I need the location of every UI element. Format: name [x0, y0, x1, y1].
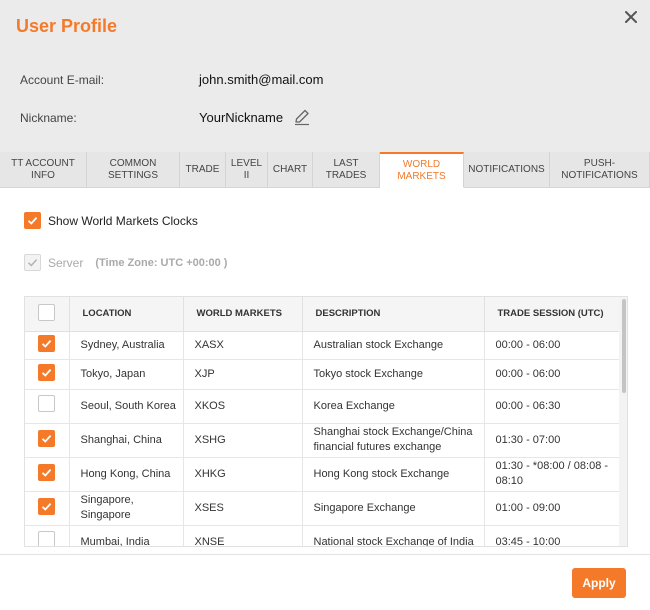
- email-value: john.smith@mail.com: [199, 72, 324, 87]
- table-row[interactable]: Sydney, Australia XASX Australian stock Ex…: [25, 331, 622, 360]
- tab-level-ii[interactable]: LEVEL II: [226, 152, 268, 188]
- row-checkbox[interactable]: [38, 335, 56, 352]
- cell-description: Singapore Exchange: [302, 491, 485, 526]
- tab-tt-account-info[interactable]: TT ACCOUNT INFO: [0, 152, 87, 188]
- row-checkbox-cell[interactable]: [25, 525, 70, 546]
- email-label: Account E-mail:: [20, 73, 105, 87]
- table-row[interactable]: Mumbai, India XNSE National stock Exchange…: [25, 525, 622, 546]
- cell-description: National stock Exchange of India: [302, 525, 485, 546]
- server-option: Server (Time Zone: UTC +00:00 ): [24, 254, 227, 271]
- row-checkbox[interactable]: [38, 531, 56, 546]
- column-header[interactable]: TRADE SESSION (UTC): [484, 297, 622, 332]
- cell-session: 01:30 - 07:00: [484, 423, 622, 458]
- cell-description: Australian stock Exchange: [302, 331, 485, 360]
- footer-divider: [0, 554, 650, 555]
- show-clocks-option[interactable]: Show World Markets Clocks: [24, 212, 198, 229]
- checkmark-icon: [27, 216, 38, 225]
- table-row[interactable]: Shanghai, China XSHG Shanghai stock Exchan…: [25, 423, 622, 458]
- cell-session: 00:00 - 06:30: [484, 389, 622, 424]
- column-header[interactable]: WORLD MARKETS: [183, 297, 303, 332]
- cell-description: Shanghai stock Exchange/China financial …: [302, 423, 485, 458]
- table-row[interactable]: Tokyo, Japan XJP Tokyo stock Exchange 00:00…: [25, 359, 622, 390]
- checkmark-icon: [42, 368, 52, 377]
- cell-location: Singapore, Singapore: [69, 491, 184, 526]
- row-checkbox-cell[interactable]: [25, 331, 70, 360]
- cell-session: 03:45 - 10:00: [484, 525, 622, 546]
- cell-description: Hong Kong stock Exchange: [302, 457, 485, 492]
- scrollbar-thumb[interactable]: [622, 299, 626, 393]
- server-checkbox: [24, 254, 41, 271]
- settings-tabs: TT ACCOUNT INFO COMMON SETTINGS TRADE LEVEL…: [0, 152, 650, 188]
- show-clocks-checkbox[interactable]: [24, 212, 41, 229]
- pencil-icon[interactable]: [293, 108, 311, 126]
- checkmark-icon: [42, 502, 52, 511]
- row-checkbox-cell[interactable]: [25, 359, 70, 390]
- checkmark-icon: [42, 434, 52, 443]
- cell-location: Sydney, Australia: [69, 331, 184, 360]
- row-checkbox[interactable]: [38, 364, 56, 381]
- cell-location: Mumbai, India: [69, 525, 184, 546]
- nickname-label: Nickname:: [20, 111, 77, 125]
- column-header[interactable]: LOCATION: [69, 297, 184, 332]
- row-checkbox[interactable]: [38, 395, 56, 412]
- cell-session: 01:00 - 09:00: [484, 491, 622, 526]
- table-scrollbar[interactable]: [619, 297, 627, 546]
- cell-market: XSES: [183, 491, 303, 526]
- checkmark-icon: [42, 468, 52, 477]
- profile-header: User Profile Account E-mail: john.smith@…: [0, 0, 650, 152]
- checkmark-icon: [27, 259, 38, 267]
- apply-button[interactable]: Apply: [572, 568, 626, 598]
- cell-location: Tokyo, Japan: [69, 359, 184, 390]
- row-checkbox-cell[interactable]: [25, 389, 70, 424]
- timezone-text: (Time Zone: UTC +00:00 ): [95, 256, 228, 269]
- table-row[interactable]: Seoul, South Korea XKOS Korea Exchange 00:0…: [25, 389, 622, 424]
- server-label: Server: [48, 255, 84, 270]
- close-icon[interactable]: [622, 8, 640, 26]
- cell-market: XJP: [183, 359, 303, 390]
- row-checkbox[interactable]: [38, 430, 56, 447]
- table-row[interactable]: Hong Kong, China XHKG Hong Kong stock Exch…: [25, 457, 622, 492]
- cell-market: XSHG: [183, 423, 303, 458]
- column-header[interactable]: DESCRIPTION: [302, 297, 485, 332]
- tab-common-settings[interactable]: COMMON SETTINGS: [87, 152, 180, 188]
- cell-location: Shanghai, China: [69, 423, 184, 458]
- table-header-row: LOCATION WORLD MARKETS DESCRIPTION TRADE…: [25, 297, 622, 332]
- cell-market: XKOS: [183, 389, 303, 424]
- cell-market: XNSE: [183, 525, 303, 546]
- checkmark-icon: [42, 339, 52, 348]
- tab-chart[interactable]: CHART: [268, 152, 313, 188]
- select-all-checkbox[interactable]: [38, 303, 56, 321]
- cell-description: Korea Exchange: [302, 389, 485, 424]
- tab-trade[interactable]: TRADE: [180, 152, 226, 188]
- tab-last-trades[interactable]: LAST TRADES: [313, 152, 380, 188]
- tab-push-notifications[interactable]: PUSH- NOTIFICATIONS: [550, 152, 650, 188]
- select-all-header[interactable]: [25, 297, 70, 332]
- cell-session: 00:00 - 06:00: [484, 359, 622, 390]
- show-clocks-label: Show World Markets Clocks: [48, 213, 198, 228]
- cell-session: 01:30 - *08:00 / 08:08 - 08:10: [484, 457, 622, 492]
- tab-notifications[interactable]: NOTIFICATIONS: [464, 152, 550, 188]
- cell-market: XASX: [183, 331, 303, 360]
- cell-session: 00:00 - 06:00: [484, 331, 622, 360]
- table-row[interactable]: Singapore, Singapore XSES Singapore Exchan…: [25, 491, 622, 526]
- dialog-title: User Profile: [16, 16, 118, 36]
- cell-location: Seoul, South Korea: [69, 389, 184, 424]
- row-checkbox[interactable]: [38, 498, 56, 515]
- row-checkbox-cell[interactable]: [25, 423, 70, 458]
- row-checkbox-cell[interactable]: [25, 457, 70, 492]
- cell-description: Tokyo stock Exchange: [302, 359, 485, 390]
- row-checkbox-cell[interactable]: [25, 491, 70, 526]
- nickname-value: YourNickname: [199, 110, 284, 125]
- cell-location: Hong Kong, China: [69, 457, 184, 492]
- cell-market: XHKG: [183, 457, 303, 492]
- tab-world-markets[interactable]: WORLD MARKETS: [380, 152, 464, 188]
- row-checkbox[interactable]: [38, 464, 56, 481]
- markets-table[interactable]: LOCATION WORLD MARKETS DESCRIPTION TRADE…: [24, 296, 628, 547]
